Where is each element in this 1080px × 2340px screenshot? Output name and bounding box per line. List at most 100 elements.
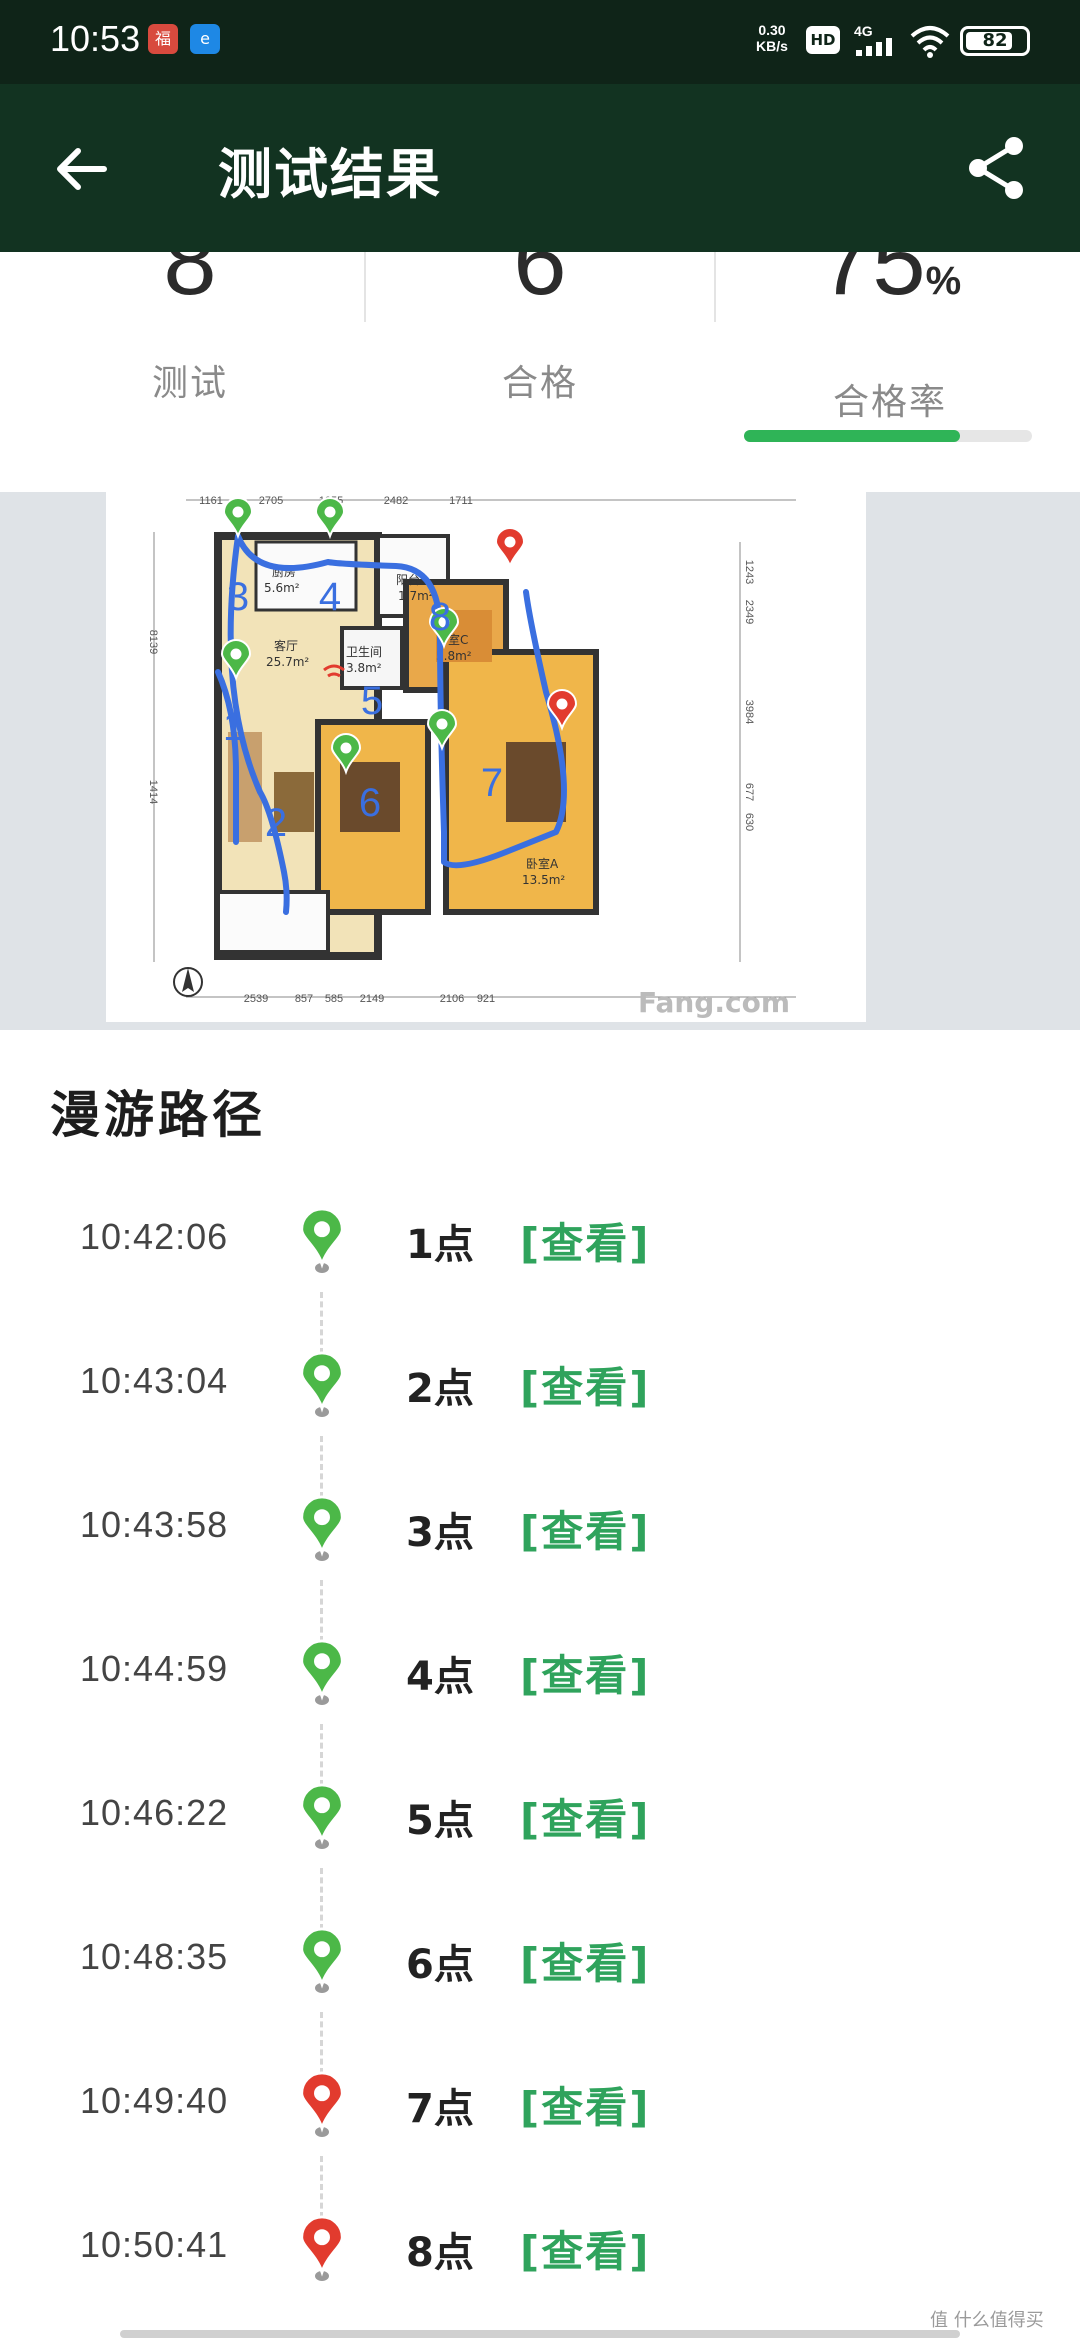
dimension-label: 1161: [199, 495, 223, 507]
floor-plan-area: 11612705105524821711 2539857585214921069…: [0, 492, 1080, 1030]
pin-shape: [300, 2071, 344, 2133]
pin-shape: [300, 2215, 344, 2277]
stat-pass-rate-label: 合格率: [832, 382, 947, 423]
stat-passed-label: 合格: [501, 363, 578, 404]
fail-pin-icon: [300, 2215, 344, 2281]
route-point-number: 2: [265, 801, 287, 845]
stat-tests-value: 8: [163, 252, 217, 315]
room-label: 客厅: [274, 638, 298, 653]
view-link[interactable]: [查看]: [520, 1786, 650, 1847]
route-section-title: 漫游路径: [50, 1086, 266, 1144]
stat-pass-rate-value: 75%: [720, 252, 1060, 329]
dimension-label: 2106: [440, 993, 464, 1005]
route-point-number: 8: [429, 595, 451, 639]
scroll-indicator: [120, 2330, 960, 2338]
pass-pin-icon: [222, 497, 254, 540]
view-link[interactable]: [查看]: [520, 1642, 650, 1703]
network-speed-value: 0.30: [758, 22, 786, 38]
view-link[interactable]: [查看]: [520, 1354, 650, 1415]
notification-app-icon: 福: [148, 24, 178, 54]
pass-pin-icon: [300, 1207, 344, 1273]
pin-shape: [300, 1783, 344, 1845]
signal-icon: 4G: [854, 23, 892, 56]
route-time: 10:46:22: [80, 1792, 229, 1833]
view-link[interactable]: [查看]: [520, 1498, 650, 1559]
floor-plan-drawing: 11612705105524821711 2539857585214921069…: [147, 495, 796, 1019]
status-time: 10:53: [50, 18, 141, 59]
app-bar: 测试结果: [0, 84, 1080, 252]
route-point-name: 3点: [406, 1510, 474, 1556]
route-point-number: 5: [361, 679, 383, 723]
network-type-label: 4G: [854, 23, 873, 39]
route-time: 10:44:59: [80, 1648, 229, 1689]
dimension-label: 8139: [147, 630, 159, 654]
room-area: 13.5m²: [522, 873, 565, 887]
stat-divider: [714, 252, 716, 322]
route-point-name: 1点: [406, 1222, 474, 1268]
page-title: 测试结果: [218, 143, 442, 206]
battery-icon: 82: [960, 26, 1030, 56]
view-link[interactable]: [查看]: [520, 1210, 650, 1271]
pin-shape: [300, 1495, 344, 1557]
route-time: 10:50:41: [80, 2224, 229, 2265]
route-point-number: 3: [227, 575, 249, 619]
pin-shape: [300, 1927, 344, 1989]
stat-passed: 6 合格: [370, 252, 710, 406]
route-point-number: 4: [319, 575, 341, 619]
room-area: 3.8m²: [346, 661, 382, 675]
room-label: 卧室A: [526, 856, 559, 871]
share-icon[interactable]: [960, 132, 1032, 204]
route-time: 10:43:58: [80, 1504, 229, 1545]
dimension-label: 630: [743, 813, 755, 831]
dimension-label: 585: [325, 993, 343, 1005]
floor-plan-image[interactable]: 11612705105524821711 2539857585214921069…: [106, 492, 866, 1022]
wifi-icon: [910, 26, 950, 58]
notification-browser-icon: e: [190, 24, 220, 54]
route-time: 10:42:06: [80, 1216, 229, 1257]
dimension-label: 1711: [449, 495, 473, 507]
dimension-label: 921: [477, 993, 495, 1005]
route-point-name: 4点: [406, 1654, 474, 1700]
stat-divider: [364, 252, 366, 322]
route-point-number: 6: [359, 781, 381, 825]
dimension-label: 1243: [743, 560, 755, 584]
route-list-item: 10:44:59 4点 [查看]: [0, 1612, 1080, 1786]
route-point-name: 6点: [406, 1942, 474, 1988]
route-point-number: 1: [223, 705, 245, 749]
fail-pin-icon: [494, 527, 526, 570]
route-list-item: 10:49:40 7点 [查看]: [0, 2044, 1080, 2218]
pass-pin-icon: [300, 1783, 344, 1849]
dimension-label: 2482: [384, 495, 408, 507]
route-point-name: 8点: [406, 2230, 474, 2276]
dimension-label: 2149: [360, 993, 384, 1005]
view-link[interactable]: [查看]: [520, 1930, 650, 1991]
route-list-item: 10:43:58 3点 [查看]: [0, 1468, 1080, 1642]
fail-pin-icon: [300, 2071, 344, 2137]
pass-pin-icon: [300, 1495, 344, 1561]
dimension-label: 857: [295, 993, 313, 1005]
pass-rate-bar: [744, 430, 1032, 442]
pass-pin-icon: [300, 1927, 344, 1993]
pass-rate-bar-fill: [744, 430, 960, 442]
route-list-item: 10:48:35 6点 [查看]: [0, 1900, 1080, 2074]
pass-pin-icon: [300, 1639, 344, 1705]
room-area: 5.6m²: [264, 581, 300, 595]
route-point-name: 7点: [406, 2086, 474, 2132]
dimension-label: 2705: [259, 495, 283, 507]
stat-tests: 8 测试: [20, 252, 360, 406]
dimension-label: 2349: [743, 600, 755, 624]
battery-level: 82: [982, 30, 1008, 51]
route-time: 10:43:04: [80, 1360, 229, 1401]
network-speed: 0.30 KB/s: [756, 22, 788, 54]
route-time: 10:48:35: [80, 1936, 229, 1977]
pass-rate-unit: %: [925, 259, 962, 303]
pass-pin-icon: [300, 1351, 344, 1417]
view-link[interactable]: [查看]: [520, 2074, 650, 2135]
arrow-left-icon[interactable]: [46, 134, 116, 204]
stat-pass-rate: 75% 合格率: [720, 252, 1060, 425]
dimension-label: 3984: [743, 700, 755, 724]
status-bar: 10:53 福 e 0.30 KB/s HD 4G 82: [0, 0, 1080, 84]
view-link[interactable]: [查看]: [520, 2218, 650, 2279]
room-area: 25.7m²: [266, 655, 309, 669]
route-time: 10:49:40: [80, 2080, 229, 2121]
